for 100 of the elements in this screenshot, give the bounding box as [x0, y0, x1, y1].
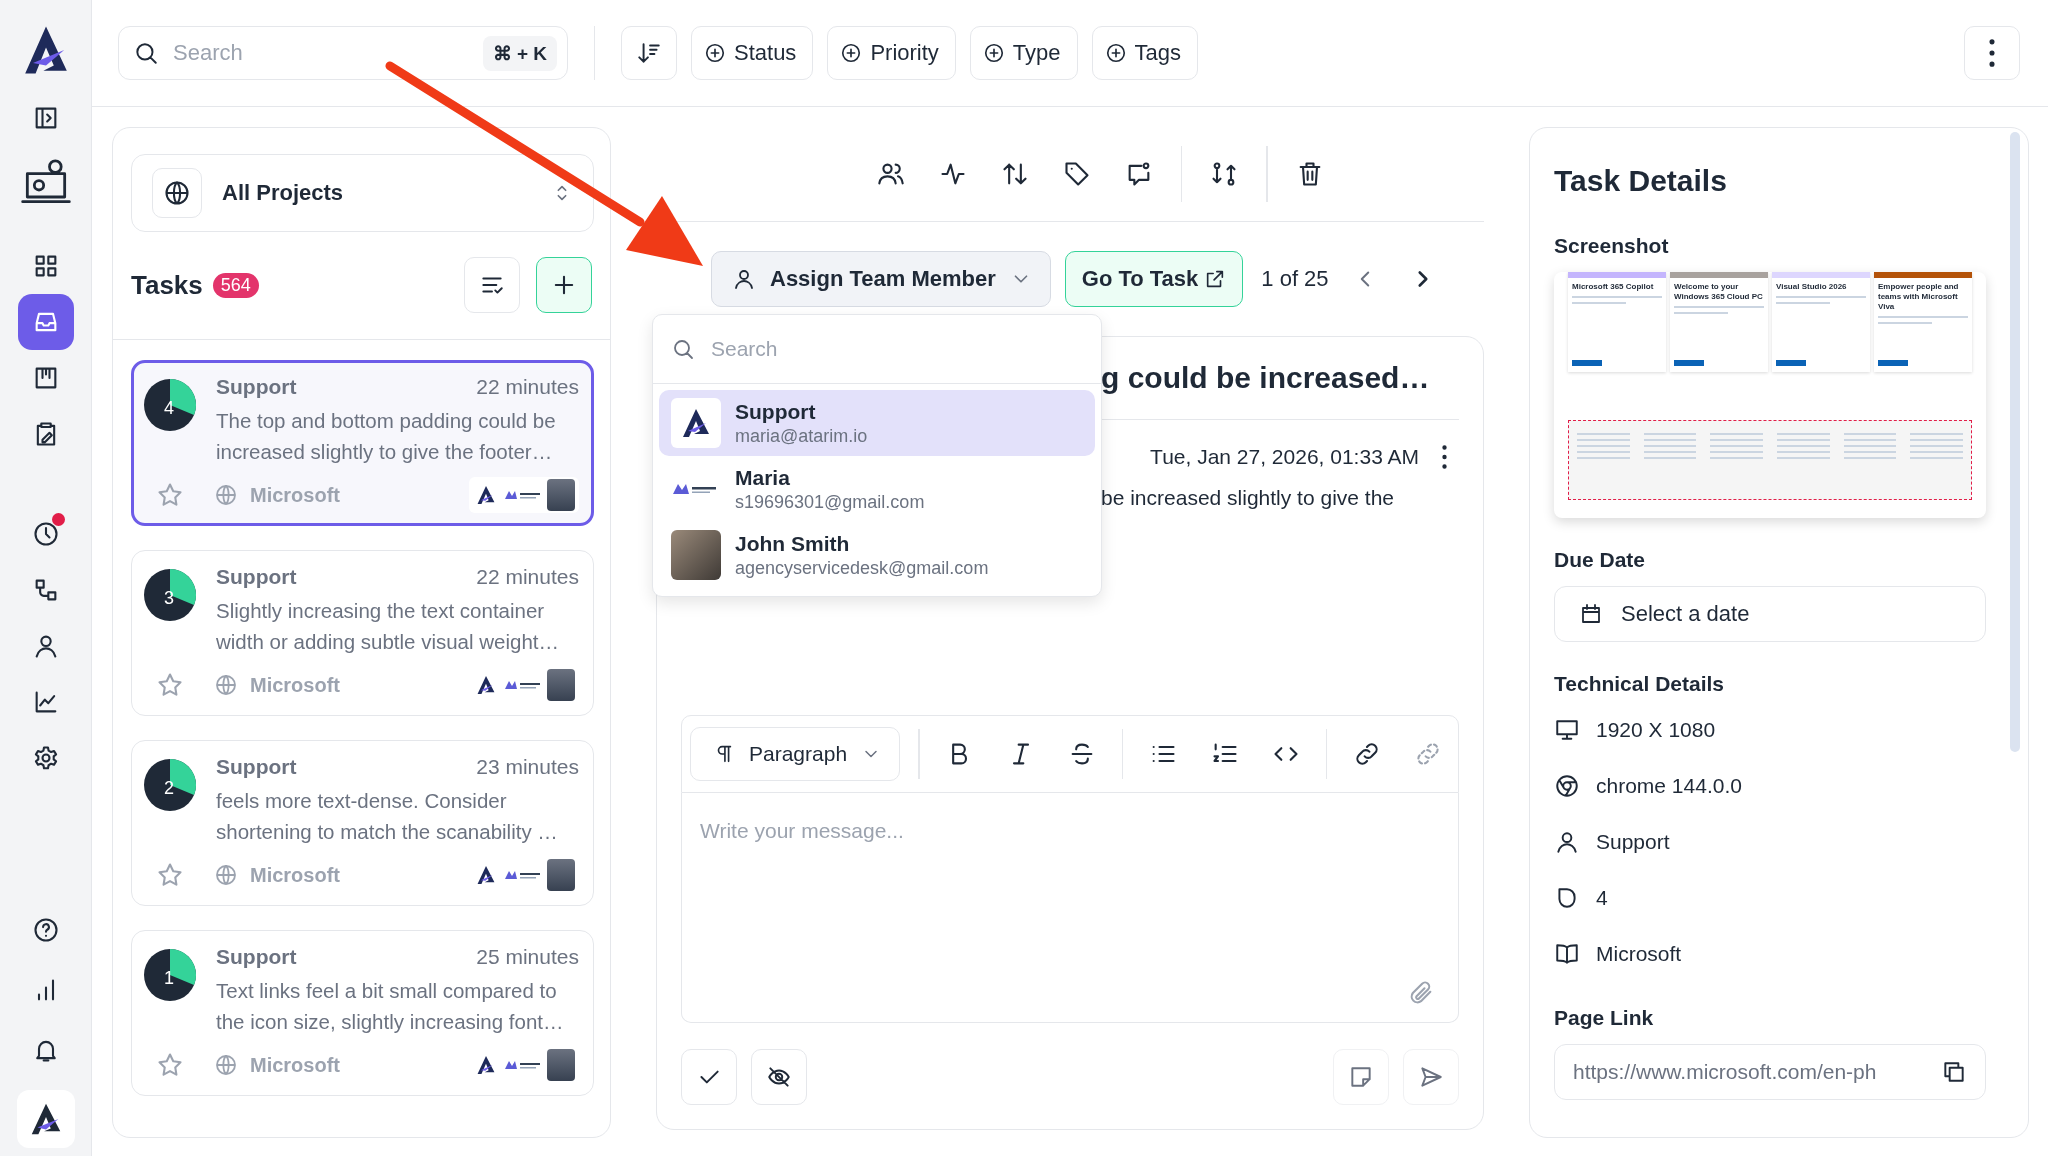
task-author: Support — [216, 945, 297, 969]
task-description: Slightly increasing the text container width or adding subtle visual weight… — [216, 598, 560, 655]
filter-list-button[interactable] — [464, 257, 520, 313]
task-description: Text links feel a bit small compared to the icon size, slightly increasing font… — [216, 978, 565, 1035]
globe-icon — [214, 483, 238, 507]
page-card-title: Microsoft 365 Copilot — [1572, 282, 1655, 292]
task-project: Microsoft — [250, 863, 340, 887]
member-option[interactable]: Maria s19696301@gmail.com — [659, 456, 1095, 522]
add-task-button[interactable] — [536, 257, 592, 313]
tag-icon — [1062, 160, 1091, 188]
section-label: Technical Details — [1554, 672, 1725, 696]
inbox-nav-button[interactable] — [17, 294, 74, 350]
task-time: 23 minutes — [476, 755, 579, 779]
browser-icon — [1554, 773, 1580, 799]
member-option[interactable]: John Smith agencyservicedesk@gmail.com — [659, 522, 1095, 588]
logo-avatar — [671, 398, 721, 448]
clock-icon — [31, 520, 60, 548]
help-icon — [31, 916, 60, 944]
eye-off-icon — [766, 1064, 792, 1090]
filter-button[interactable]: Priority — [827, 26, 956, 80]
assign-member-dropdown[interactable]: Assign Team Member — [711, 251, 1051, 307]
page-card-link — [1776, 360, 1806, 366]
message-field[interactable]: Write your message... — [681, 793, 1459, 1023]
star-icon[interactable] — [156, 481, 184, 509]
member-name: John Smith — [735, 531, 851, 556]
task-description: feels more text-dense. Consider shortening to match the scanability … — [216, 788, 559, 845]
copy-icon[interactable] — [1941, 1059, 1967, 1085]
globe-icon — [214, 863, 238, 887]
date-picker-field[interactable]: Select a date — [1554, 586, 1986, 642]
sort-button[interactable] — [621, 26, 677, 80]
task-time: 25 minutes — [476, 945, 579, 969]
task-author: Support — [216, 755, 297, 779]
filter-button[interactable]: Type — [969, 26, 1078, 80]
scrollbar[interactable] — [2010, 132, 2020, 752]
technical-detail: Support — [1596, 830, 1670, 854]
task-card[interactable]: 4 Support 22 minutes The top and bottom padding could be increased slightly to give the footer… Microsoft — [131, 360, 594, 526]
task-number-avatar: 3 — [144, 569, 196, 621]
paragraph-style-dropdown[interactable]: Paragraph — [690, 727, 901, 781]
member-name: Maria — [735, 465, 791, 490]
task-card[interactable]: 3 Support 22 minutes Slightly increasing the text container width or adding subtle visual weight… Microsoft — [131, 550, 594, 716]
screenshot-thumbnail[interactable]: Microsoft 365 Copilot Welcome to your Windows 365 Cloud PC Visual Studio 2026 Empower people and teams with Microsoft Viva — [1554, 272, 1986, 518]
section-label: Due Date — [1554, 548, 1647, 572]
go-to-task-button[interactable]: Go To Task — [1064, 251, 1244, 307]
pager-text: 1 of 25 — [1261, 266, 1329, 292]
search-field[interactable]: Search ⌘ + K — [118, 26, 568, 80]
technical-detail: Microsoft — [1596, 942, 1682, 966]
member-option[interactable]: Support maria@atarim.io — [659, 390, 1095, 456]
workspace-logo[interactable] — [16, 1090, 75, 1148]
technical-detail: 4 — [1596, 886, 1608, 910]
monitor-icon — [1554, 717, 1580, 743]
filter-button[interactable]: Tags — [1091, 26, 1198, 80]
page-card-link — [1878, 360, 1908, 366]
globe-icon — [214, 673, 238, 697]
note-button[interactable] — [1333, 1049, 1389, 1105]
merge-icon — [1210, 160, 1238, 188]
note-icon — [1348, 1064, 1374, 1090]
task-time: 22 minutes — [476, 565, 579, 589]
member-email: s19696301@gmail.com — [735, 491, 925, 513]
comment-text: be increased slightly to give the — [1101, 486, 1394, 510]
task-number-avatar: 4 — [144, 379, 196, 431]
send-icon — [1418, 1064, 1444, 1090]
search-icon — [671, 337, 695, 361]
task-number-avatar: 2 — [144, 759, 196, 811]
page-card-link — [1572, 360, 1602, 366]
task-title: g could be increased… — [1101, 361, 1430, 395]
filter-button[interactable]: Status — [691, 26, 814, 80]
task-count-badge: 564 — [212, 272, 259, 298]
task-project: Microsoft — [250, 1053, 340, 1077]
star-icon[interactable] — [156, 861, 184, 889]
section-label: Screenshot — [1554, 234, 1670, 258]
project-selector[interactable]: All Projects — [131, 154, 594, 232]
star-icon[interactable] — [156, 1051, 184, 1079]
sort-icon — [636, 40, 662, 66]
task-time: 22 minutes — [476, 375, 579, 399]
page-card-title: Empower people and teams with Microsoft Viva — [1878, 282, 1960, 312]
panel-title: Task Details — [1554, 164, 1728, 198]
task-card[interactable]: 1 Support 25 minutes Text links feel a bit small compared to the icon size, slightly increasing font… Microsoft — [131, 930, 594, 1096]
task-project: Microsoft — [250, 483, 340, 507]
search-input[interactable]: Search — [171, 39, 471, 67]
member-search-field[interactable]: Search — [653, 315, 1101, 384]
task-card[interactable]: 2 Support 23 minutes feels more text-dense. Consider shortening to match the scanability … Microsoft — [131, 740, 594, 906]
page-card-title: Welcome to your Windows 365 Cloud PC — [1674, 282, 1764, 302]
star-icon[interactable] — [156, 671, 184, 699]
kebab-icon — [1441, 445, 1447, 469]
task-author: Support — [216, 375, 297, 399]
photo-placeholder — [671, 530, 721, 580]
shortcut-hint: ⌘ + K — [482, 35, 557, 71]
hide-button[interactable] — [751, 1049, 807, 1105]
more-button[interactable] — [1964, 26, 2020, 80]
user-icon — [732, 267, 756, 291]
member-email: maria@atarim.io — [735, 425, 868, 447]
project-name: All Projects — [222, 180, 345, 206]
technical-detail: chrome 144.0.0 — [1596, 774, 1742, 798]
globe-icon — [214, 1053, 238, 1077]
send-button[interactable] — [1403, 1049, 1459, 1105]
globe-icon — [163, 179, 191, 207]
search-icon — [133, 40, 159, 66]
member-name: Support — [735, 399, 817, 424]
page-link-field[interactable]: https://www.microsoft.com/en-ph — [1554, 1044, 1986, 1100]
kebab-icon — [1989, 39, 1995, 67]
